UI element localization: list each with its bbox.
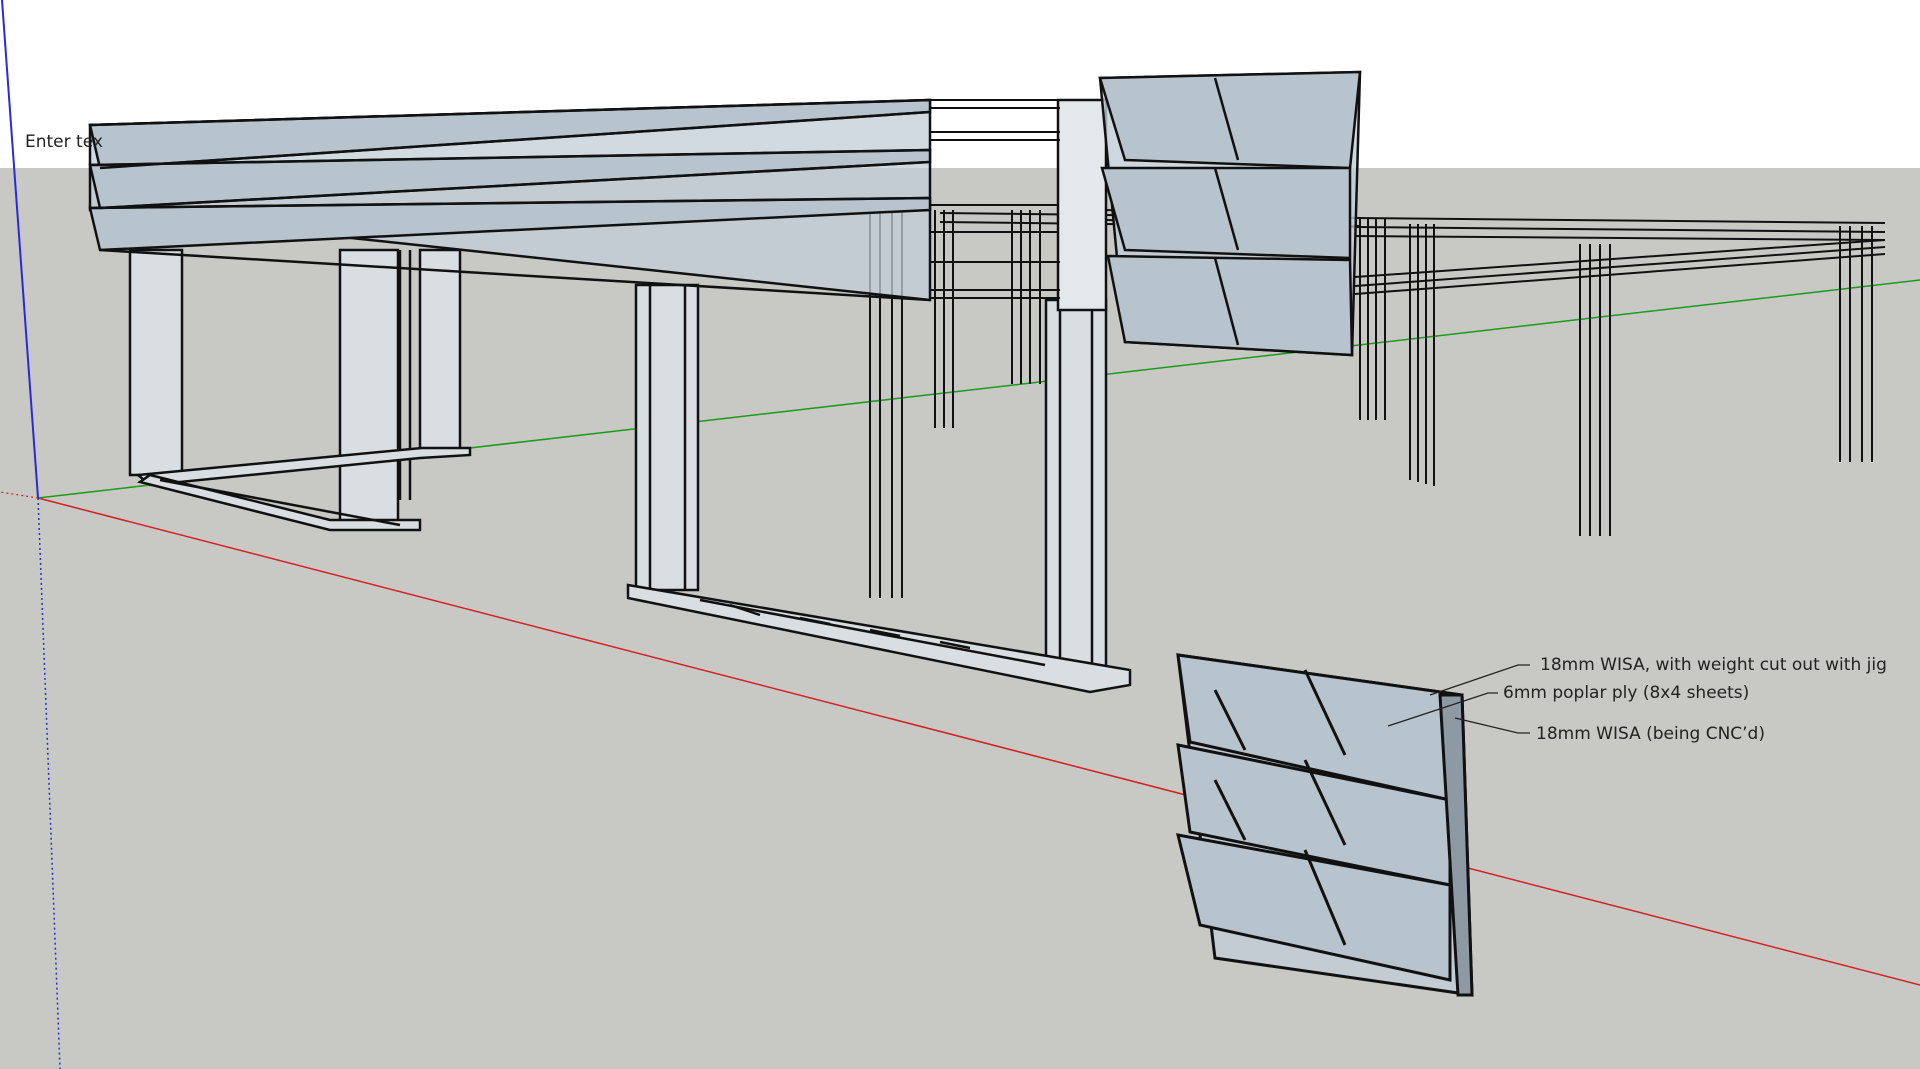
ground-plane [0,168,1920,1069]
detail-panel[interactable] [1175,653,1474,997]
annotation-label[interactable]: 18mm WISA (being CNC’d) [1536,724,1765,744]
scene-canvas[interactable] [0,0,1920,1069]
right-sign-board[interactable] [1098,70,1362,357]
text-tool-field[interactable]: Enter text [25,132,103,152]
3d-viewport[interactable]: Enter text 18mm WISA, with weight cut ou… [0,0,1920,1069]
annotation-label[interactable]: 6mm poplar ply (8x4 sheets) [1503,683,1749,703]
annotation-label[interactable]: 18mm WISA, with weight cut out with jig [1540,655,1887,675]
